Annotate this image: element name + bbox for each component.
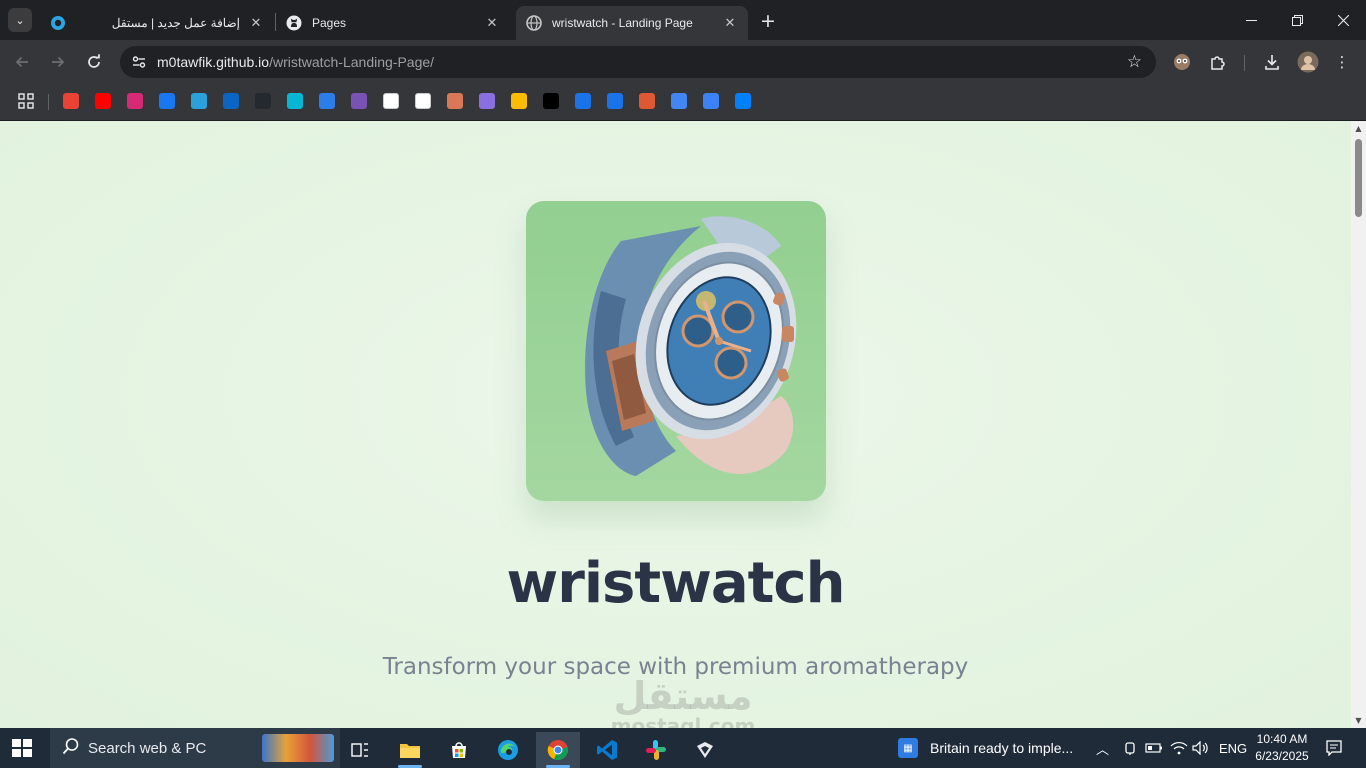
news-icon: ▦ — [898, 738, 918, 758]
close-icon[interactable]: ✕ — [482, 13, 502, 33]
show-hidden-icons[interactable]: ︿ — [1096, 728, 1109, 768]
notion-icon[interactable] — [383, 93, 399, 109]
profile-avatar[interactable] — [1297, 51, 1319, 73]
vscode-icon[interactable] — [587, 732, 627, 768]
microsoft-store-icon[interactable] — [439, 732, 479, 768]
search-icon — [62, 737, 80, 759]
address-bar[interactable]: m0tawfik.github.io/wristwatch-Landing-Pa… — [120, 46, 1156, 78]
edge-icon[interactable] — [488, 732, 528, 768]
youtube-icon[interactable] — [95, 93, 111, 109]
globe-icon — [526, 15, 542, 31]
site-settings-icon[interactable] — [130, 53, 148, 71]
task-view-icon[interactable] — [340, 732, 380, 768]
tailwind-icon[interactable] — [287, 93, 303, 109]
news-widget[interactable]: ▦ Britain ready to imple... — [898, 728, 1073, 768]
news-headline: Britain ready to imple... — [930, 740, 1074, 756]
page-viewport: wristwatch Transform your space with pre… — [0, 121, 1351, 728]
facebook-icon[interactable] — [159, 93, 175, 109]
chevron-down-icon[interactable]: ⌄ — [8, 8, 32, 32]
watermark-domain: mostaql.com — [610, 714, 756, 728]
taskbar-clock[interactable]: 10:40 AM 6/23/2025 — [1252, 731, 1312, 765]
restore-icon[interactable] — [1274, 0, 1320, 40]
tab-pages[interactable]: Pages ✕ — [276, 6, 510, 40]
tab-mostaql[interactable]: إضافة عمل جديد | مستقل ✕ — [40, 6, 274, 40]
extensions-puzzle-icon[interactable] — [1207, 51, 1229, 73]
wifi-icon[interactable] — [1170, 728, 1188, 768]
terminal-icon[interactable] — [543, 93, 559, 109]
clock-time: 10:40 AM — [1256, 732, 1308, 746]
windows-start-icon[interactable] — [12, 739, 32, 757]
claude-icon[interactable] — [447, 93, 463, 109]
meta-icon[interactable] — [735, 93, 751, 109]
page-scrollbar[interactable]: ▲ ▼ — [1351, 121, 1366, 728]
tab-strip: ⌄ إضافة عمل جديد | مستقل ✕ Pages ✕ wrist… — [0, 0, 1366, 40]
toolbar-divider — [1244, 55, 1245, 71]
flag-icon[interactable] — [575, 93, 591, 109]
file-explorer-icon[interactable] — [390, 732, 430, 768]
translate-icon[interactable] — [671, 93, 687, 109]
slack-icon[interactable] — [636, 732, 676, 768]
mostaql-watermark: مستقل mostaql.com — [598, 676, 768, 728]
scroll-down-icon[interactable]: ▼ — [1354, 716, 1363, 725]
app-icon[interactable] — [685, 732, 725, 768]
volume-icon[interactable] — [1192, 728, 1210, 768]
tab-title: wristwatch - Landing Page — [552, 16, 693, 30]
keep-icon[interactable] — [511, 93, 527, 109]
taskbar-search[interactable]: Search web & PC — [50, 728, 340, 768]
hero-image-card — [526, 201, 826, 501]
clock-date: 6/23/2025 — [1255, 749, 1309, 763]
tiptap-icon[interactable] — [319, 93, 335, 109]
bootstrap-icon[interactable] — [351, 93, 367, 109]
windows-taskbar: Search web & PC ▦ Britain ready to imple… — [0, 728, 1366, 768]
forward-icon[interactable] — [44, 48, 72, 76]
download-icon[interactable] — [1261, 51, 1283, 73]
bottle-icon[interactable] — [703, 93, 719, 109]
chatgpt-icon[interactable] — [415, 93, 431, 109]
wristwatch-image — [585, 216, 797, 476]
window-close-icon[interactable] — [1320, 0, 1366, 40]
search-highlight-image — [262, 734, 334, 762]
apps-icon[interactable] — [18, 93, 34, 109]
close-icon[interactable]: ✕ — [246, 13, 266, 33]
url-path: /wristwatch-Landing-Page/ — [269, 54, 435, 70]
close-icon[interactable]: ✕ — [720, 13, 740, 33]
linkedin-icon[interactable] — [223, 93, 239, 109]
extension-avatar-icon[interactable] — [1171, 51, 1193, 73]
chrome-icon[interactable] — [536, 732, 580, 768]
plus-icon[interactable]: + — [756, 9, 780, 33]
bookmarks-bar — [0, 84, 1366, 121]
github-icon[interactable] — [255, 93, 271, 109]
reload-icon[interactable] — [80, 48, 108, 76]
telegram-icon[interactable] — [191, 93, 207, 109]
scroll-up-icon[interactable]: ▲ — [1354, 124, 1363, 133]
tab-title: إضافة عمل جديد | مستقل — [111, 16, 240, 30]
url-host: m0tawfik.github.io — [157, 54, 270, 70]
browser-toolbar: m0tawfik.github.io/wristwatch-Landing-Pa… — [0, 40, 1366, 84]
duck-icon[interactable] — [639, 93, 655, 109]
watermark-arabic: مستقل — [613, 674, 753, 718]
instagram-icon[interactable] — [127, 93, 143, 109]
tab-wristwatch[interactable]: wristwatch - Landing Page ✕ — [516, 6, 748, 40]
tab-title: Pages — [312, 16, 347, 30]
battery-icon[interactable] — [1145, 728, 1163, 768]
page-title: wristwatch — [506, 551, 845, 616]
url-text: m0tawfik.github.io/wristwatch-Landing-Pa… — [157, 54, 434, 70]
mostaql-icon — [50, 15, 66, 31]
github-icon — [286, 15, 302, 31]
bookmark-star-icon[interactable]: ☆ — [1127, 52, 1142, 72]
bookmark-divider — [48, 94, 49, 110]
copilot-icon[interactable] — [479, 93, 495, 109]
notification-center-icon[interactable] — [1324, 738, 1344, 758]
forms-icon[interactable] — [607, 93, 623, 109]
more-menu-icon[interactable]: ⋮ — [1331, 51, 1353, 73]
back-icon[interactable] — [8, 48, 36, 76]
meet-now-icon[interactable] — [1122, 728, 1138, 768]
search-placeholder: Search web & PC — [88, 739, 207, 757]
scroll-thumb[interactable] — [1355, 139, 1362, 217]
gmail-icon[interactable] — [63, 93, 79, 109]
language-indicator[interactable]: ENG — [1219, 728, 1247, 768]
minimize-icon[interactable] — [1228, 0, 1274, 40]
